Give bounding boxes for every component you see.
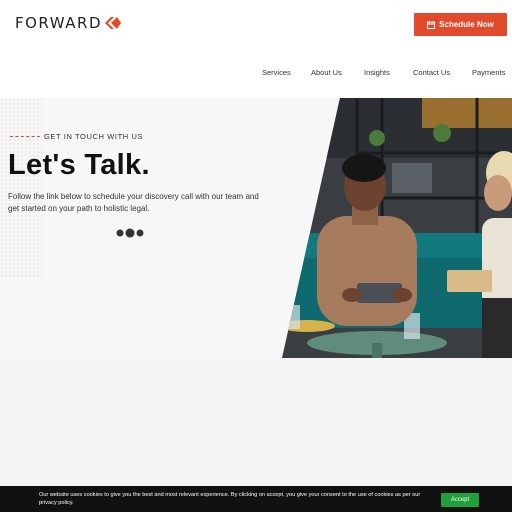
arrow-logo-icon [105,17,121,29]
loading-dots-icon [116,228,144,238]
cookie-banner: Our website uses cookies to give you the… [0,486,512,512]
eyebrow-text: GET IN TOUCH WITH US [44,132,144,141]
logo-text: FORWARD [15,14,102,32]
nav-insights[interactable]: Insights [364,68,390,77]
hero-section: GET IN TOUCH WITH US Let's Talk. Follow … [0,98,512,358]
hero-eyebrow: GET IN TOUCH WITH US [10,132,143,141]
schedule-now-label: Schedule Now [439,20,494,29]
nav-services[interactable]: Services [262,68,291,77]
dot-pattern [0,98,42,278]
calendar-icon [427,20,436,29]
main-nav: Services About Us Insights Contact Us Pa… [0,68,512,80]
eyebrow-dash-line [10,136,40,137]
cookie-text: Our website uses cookies to give you the… [39,492,421,506]
hero-title: Let's Talk. [8,149,150,181]
site-header: FORWARD Schedule Now Services About Us I… [0,0,512,98]
accept-cookies-button[interactable]: Accept [441,493,479,507]
nav-payments[interactable]: Payments [472,68,505,77]
logo[interactable]: FORWARD [15,14,121,32]
nav-about-us[interactable]: About Us [311,68,342,77]
hero-photo [282,98,512,358]
nav-contact-us[interactable]: Contact Us [413,68,450,77]
hero-subtitle: Follow the link below to schedule your d… [8,192,259,213]
schedule-now-button[interactable]: Schedule Now [414,13,507,36]
